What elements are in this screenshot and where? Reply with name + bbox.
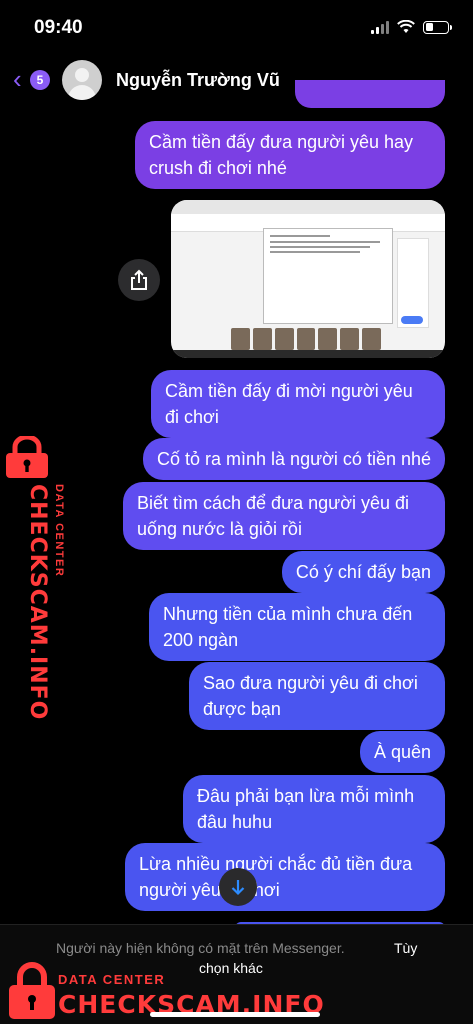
status-icons xyxy=(371,20,452,34)
status-bar: 09:40 xyxy=(0,0,473,54)
message-text: Cầm tiền đấy đi mời người yêu đi chơi xyxy=(165,381,413,427)
message-text: Đâu phải bạn lừa mỗi mình đâu huhu xyxy=(197,786,415,832)
message-bubble[interactable]: Cầm tiền đấy đưa người yêu hay crush đi … xyxy=(135,121,445,189)
share-icon xyxy=(131,269,147,290)
watermark-small-text: DATA CENTER xyxy=(58,972,166,987)
message-bubble[interactable]: Cố tỏ ra mình là người có tiền nhé xyxy=(143,438,445,480)
lock-icon xyxy=(9,962,55,1019)
notice-text: Người này hiện không có mặt trên Messeng… xyxy=(56,940,345,956)
message-bubble[interactable]: À quên xyxy=(359,731,445,773)
message-bubble[interactable]: Nhưng tiền của mình chưa đến 200 ngàn xyxy=(149,593,445,661)
message-text: Cố tỏ ra mình là người có tiền nhé xyxy=(157,449,431,469)
message-text: Biết tìm cách để đưa người yêu đi uống n… xyxy=(137,493,410,539)
battery-icon xyxy=(423,20,452,34)
message-text: Lừa nhiều người chắc đủ tiền đưa người y… xyxy=(139,854,413,900)
message-bubble[interactable]: Đâu phải bạn lừa mỗi mình đâu huhu xyxy=(183,775,445,843)
message-bubble[interactable]: Lừa nhiều người chắc đủ tiền đưa người y… xyxy=(125,843,445,911)
share-button[interactable] xyxy=(118,259,160,301)
message-bubble[interactable]: Sao đưa người yêu đi chơi được bạn xyxy=(189,662,445,730)
message-text: Sao đưa người yêu đi chơi được bạn xyxy=(203,673,418,719)
arrow-down-icon xyxy=(231,880,245,896)
wifi-icon xyxy=(397,20,415,33)
scroll-to-bottom-button[interactable] xyxy=(219,868,257,906)
back-arrow-icon[interactable]: ‹ xyxy=(13,66,22,92)
watermark-side: CHECKSCAM.INFO DATA CENTER xyxy=(2,436,65,720)
contact-name[interactable]: Nguyễn Trường Vũ xyxy=(116,70,280,91)
message-bubble[interactable]: Có ý chí đấy bạn xyxy=(281,551,445,593)
lock-icon xyxy=(6,436,48,478)
message-bubble-partial[interactable] xyxy=(295,80,445,108)
home-indicator[interactable] xyxy=(150,1012,320,1017)
avatar[interactable] xyxy=(62,60,102,100)
watermark-small-text: DATA CENTER xyxy=(53,484,65,578)
watermark-big-text: CHECKSCAM.INFO xyxy=(25,484,50,721)
message-bubble[interactable]: Biết tìm cách để đưa người yêu đi uống n… xyxy=(123,482,445,550)
message-text: Cầm tiền đấy đưa người yêu hay crush đi … xyxy=(149,132,414,178)
message-text: Nhưng tiền của mình chưa đến 200 ngàn xyxy=(163,604,413,650)
attached-screenshot[interactable] xyxy=(171,200,445,358)
message-bubble[interactable]: Cầm tiền đấy đi mời người yêu đi chơi xyxy=(151,370,445,438)
signal-icon xyxy=(371,20,389,34)
status-time: 09:40 xyxy=(34,17,83,38)
screenshot-dialog xyxy=(263,228,393,324)
more-options-link[interactable]: Tùy xyxy=(394,940,417,956)
message-text: Có ý chí đấy bạn xyxy=(295,562,431,582)
message-text: À quên xyxy=(373,742,431,762)
back-unread-badge[interactable]: 5 xyxy=(30,70,50,90)
